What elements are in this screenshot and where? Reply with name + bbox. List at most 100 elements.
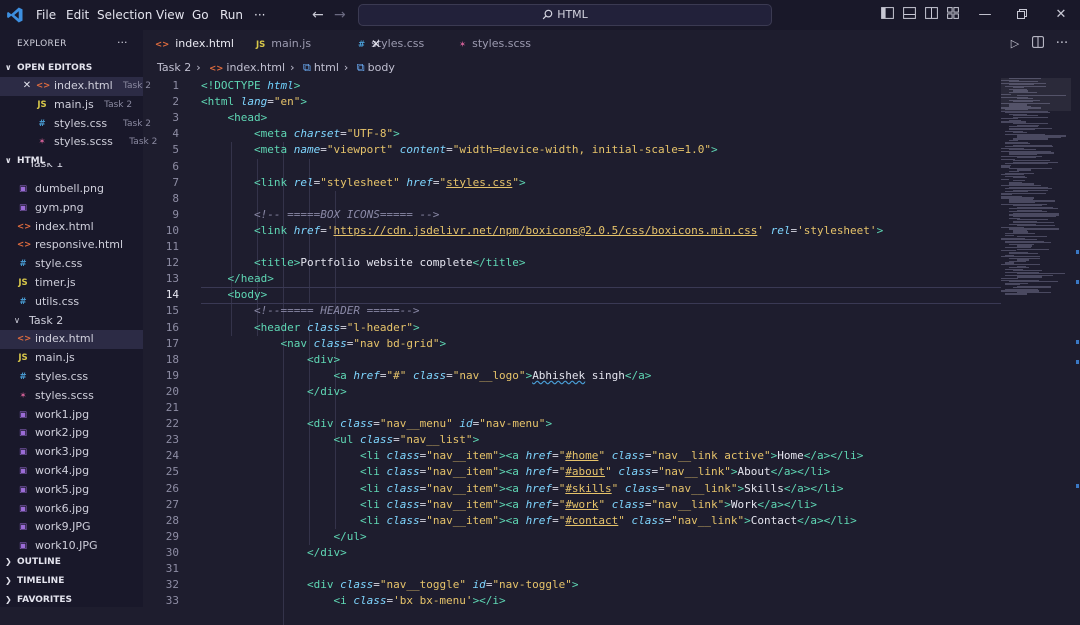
menu-selection[interactable]: Selection [97,0,152,30]
code-line[interactable]: 15 <!--===== HEADER =====--> [143,303,1001,319]
file-item[interactable]: <> responsive.html [0,236,143,255]
code-line[interactable]: 5 <meta name="viewport" content="width=d… [143,142,1001,158]
toggle-secondary-sidebar-icon[interactable] [921,0,941,30]
file-item[interactable]: ✶ styles.scss [0,387,143,406]
code-line[interactable]: 16 <header class="l-header"> [143,320,1001,336]
code-line[interactable]: 27 <li class="nav__item"><a href="#work"… [143,497,1001,513]
close-editor-icon[interactable]: ✕ [21,77,33,96]
menu-edit[interactable]: Edit [66,0,89,30]
file-item[interactable]: ▣ work9.JPG [0,518,143,537]
folder-task-2[interactable]: ∨ Task 2 [0,312,143,331]
menu-run[interactable]: Run [220,0,243,30]
code-line[interactable]: 28 <li class="nav__item"><a href="#conta… [143,513,1001,529]
file-item[interactable]: ▣ dumbell.png [0,180,143,199]
minimap-viewport[interactable] [1001,78,1071,111]
menu-view[interactable]: View [156,0,184,30]
back-arrow-icon[interactable]: ← [312,0,324,30]
file-item[interactable]: # style.css [0,255,143,274]
close-window-icon[interactable]: ✕ [1051,0,1071,30]
forward-arrow-icon[interactable]: → [334,0,346,30]
open-editor-item[interactable]: ✶ styles.scss Task 2 [0,133,157,152]
file-item[interactable]: # utils.css [0,293,143,312]
code-line[interactable]: 17 <nav class="nav bd-grid"> [143,336,1001,352]
code-line[interactable]: 21 [143,400,1001,416]
more-actions-icon[interactable]: ··· [117,36,128,49]
file-item[interactable]: <> index.html [0,218,143,237]
code-line[interactable]: 18 <div> [143,352,1001,368]
code-line[interactable]: 25 <li class="nav__item"><a href="#about… [143,464,1001,480]
close-tab-icon[interactable]: ✕ [371,30,381,58]
code-line[interactable]: 12 <title>Portfolio website complete</ti… [143,255,1001,271]
line-number: 23 [165,433,179,447]
open-editor-item[interactable]: # styles.css Task 2 [0,115,151,134]
toggle-panel-icon[interactable] [899,0,919,30]
split-editor-icon[interactable] [1028,30,1048,58]
breadcrumb-folder[interactable]: Task 2 [157,61,191,74]
folder-task-1[interactable]: Task 1 [0,163,143,171]
file-item[interactable]: JS timer.js [0,274,143,293]
code-line[interactable]: 9 <!-- =====BOX ICONS===== --> [143,207,1001,223]
open-editor-item[interactable]: ✕ <> index.html Task 2 [0,77,151,96]
menu-go[interactable]: Go [192,0,209,30]
code-line[interactable]: 3 <head> [143,110,1001,126]
code-line[interactable]: 1 <!DOCTYPE html> [143,78,1001,94]
section-open-editors[interactable]: ∨ OPEN EDITORS [0,59,143,77]
file-item[interactable]: ▣ work3.jpg [0,443,143,462]
code-line[interactable]: 4 <meta charset="UTF-8"> [143,126,1001,142]
minimize-icon[interactable]: — [975,0,995,30]
editor-more-icon[interactable]: ··· [1052,30,1072,58]
run-icon[interactable]: ▷ [1005,30,1025,58]
line-number: 16 [165,320,179,334]
section-favorites[interactable]: ❯ FAVORITES [0,591,143,609]
code-line[interactable]: 20 </div> [143,384,1001,400]
file-item[interactable]: ▣ work4.jpg [0,462,143,481]
menu-more[interactable]: ··· [254,0,265,30]
tab-styles-scss[interactable]: ✶ styles.scss [459,30,531,58]
code-line[interactable]: 32 <div class="nav__toggle" id="nav-togg… [143,577,1001,593]
code-line[interactable]: 11 [143,239,1001,255]
file-item[interactable]: JS main.js [0,349,143,368]
code-editor[interactable]: 1 <!DOCTYPE html> 2 <html lang="en"> 3 <head… [143,78,1001,625]
code-line[interactable]: 24 <li class="nav__item"><a href="#home"… [143,448,1001,464]
command-center-search[interactable]: HTML [358,4,772,26]
code-line[interactable]: 14 <body> [143,287,1001,305]
menu-file[interactable]: File [36,0,56,30]
code-line[interactable]: 30 </div> [143,545,1001,561]
file-item[interactable]: <> index.html [0,330,143,350]
restore-icon[interactable] [1012,0,1032,30]
file-item[interactable]: # styles.css [0,368,143,387]
file-item[interactable]: ▣ work5.jpg [0,481,143,500]
code-line[interactable]: 7 <link rel="stylesheet" href="styles.cs… [143,175,1001,191]
code-line[interactable]: 2 <html lang="en"> [143,94,1001,110]
section-timeline[interactable]: ❯ TIMELINE [0,572,143,590]
breadcrumb-file[interactable]: index.html [226,61,285,74]
section-outline[interactable]: ❯ OUTLINE [0,553,143,571]
code-line[interactable]: 29 </ul> [143,529,1001,545]
code-line[interactable]: 13 </head> [143,271,1001,287]
tab-main-js[interactable]: JS main.js [256,30,311,58]
file-item[interactable]: ▣ gym.png [0,199,143,218]
code-line[interactable]: 31 [143,561,1001,577]
open-editor-item[interactable]: JS main.js Task 2 [0,96,143,115]
code-line[interactable]: 22 <div class="nav__menu" id="nav-menu"> [143,416,1001,432]
file-name: index.html [35,332,94,346]
toggle-primary-sidebar-icon[interactable] [877,0,897,30]
customize-layout-icon[interactable] [943,0,963,30]
scrollbar-marker [1076,250,1079,254]
file-item[interactable]: ▣ work6.jpg [0,500,143,519]
breadcrumb-html[interactable]: html [314,61,339,74]
code-line[interactable]: 8 [143,191,1001,207]
vscode-logo-icon[interactable] [6,6,24,24]
explorer-title: EXPLORER [17,39,67,49]
code-line[interactable]: 6 [143,159,1001,175]
file-item[interactable]: ▣ work2.jpg [0,424,143,443]
breadcrumb-body[interactable]: body [368,61,395,74]
minimap[interactable] [1001,78,1071,298]
code-line[interactable]: 26 <li class="nav__item"><a href="#skill… [143,481,1001,497]
tab-index-html[interactable]: <> index.html [155,30,234,58]
code-line[interactable]: 10 <link href='https://cdn.jsdelivr.net/… [143,223,1001,239]
code-line[interactable]: 19 <a href="#" class="nav__logo">Abhishe… [143,368,1001,384]
tab-styles-css[interactable]: # styles.css [358,30,424,58]
file-item[interactable]: ▣ work1.jpg [0,406,143,425]
code-line[interactable]: 23 <ul class="nav__list"> [143,432,1001,448]
